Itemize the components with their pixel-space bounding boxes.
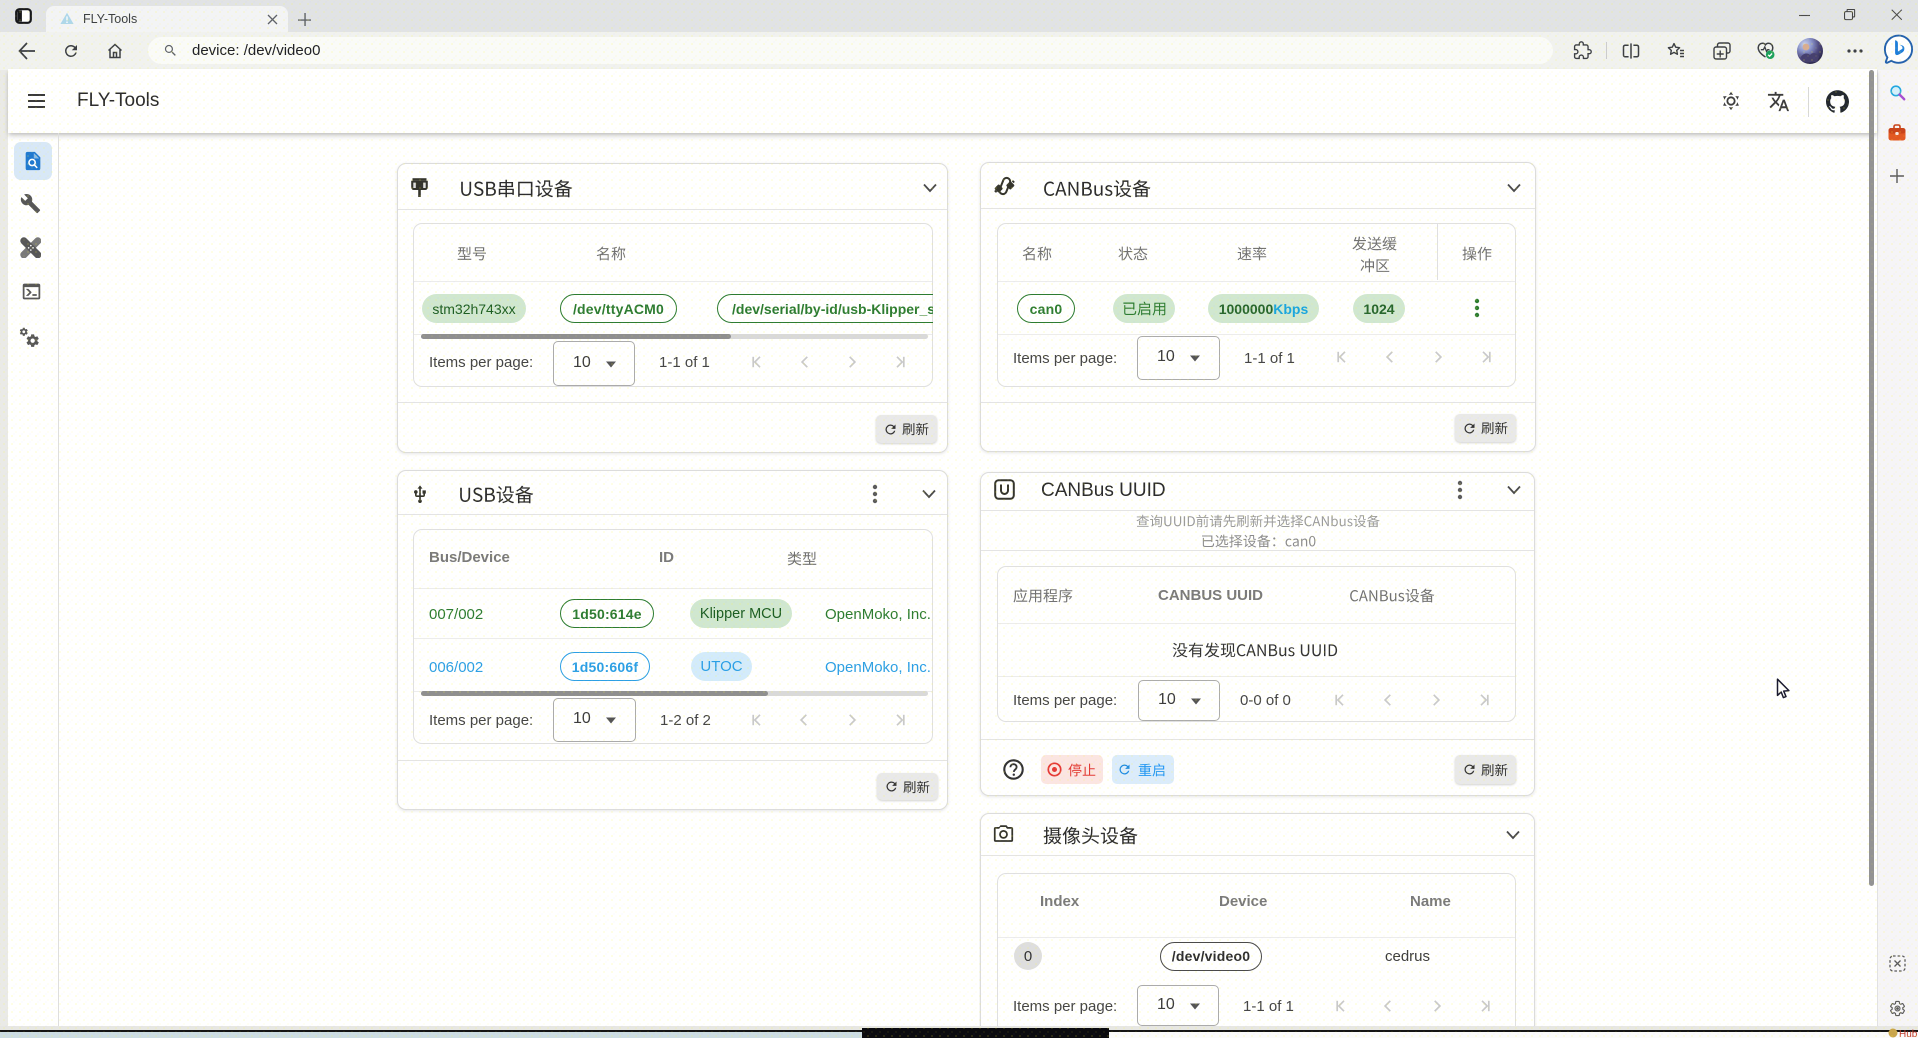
svg-text:Hub: Hub: [1899, 1029, 1918, 1038]
